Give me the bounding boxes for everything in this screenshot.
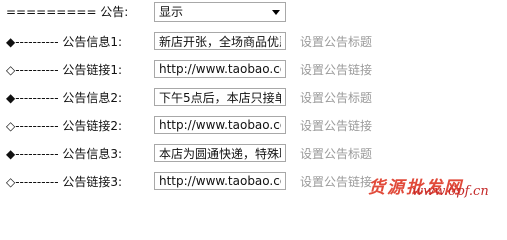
notice-title-row-2: ◆---------- 公告信息2: 设置公告标题 (0, 86, 507, 108)
notice-title-hint-1: 设置公告标题 (300, 35, 373, 49)
notice-link-input-1[interactable] (154, 60, 286, 78)
notice-link-input-3[interactable] (154, 172, 286, 190)
notice-link-label-3: ◇---------- 公告链接3: (6, 175, 123, 189)
notice-title-row-3: ◆---------- 公告信息3: 设置公告标题 (0, 142, 507, 164)
announcement-select[interactable]: 显示 (154, 2, 286, 22)
notice-title-hint-2: 设置公告标题 (300, 91, 373, 105)
announcement-row: ========= 公告: 显示 (0, 0, 507, 22)
chevron-down-icon[interactable] (272, 10, 280, 15)
notice-link-hint-1: 设置公告链接 (300, 63, 373, 77)
notice-link-label-1: ◇---------- 公告链接1: (6, 63, 123, 77)
notice-link-row-1: ◇---------- 公告链接1: 设置公告链接 (0, 58, 507, 80)
notice-title-input-1[interactable] (154, 32, 286, 50)
notice-title-label-2: ◆---------- 公告信息2: (6, 91, 123, 105)
notice-link-hint-3: 设置公告链接 (300, 175, 373, 189)
notice-title-label-3: ◆---------- 公告信息3: (6, 147, 123, 161)
notice-title-input-3[interactable] (154, 144, 286, 162)
announcement-label: ========= 公告: (6, 5, 129, 19)
announcement-select-value: 显示 (159, 5, 184, 19)
notice-link-label-2: ◇---------- 公告链接2: (6, 119, 123, 133)
notice-title-input-2[interactable] (154, 88, 286, 106)
notice-title-row-1: ◆---------- 公告信息1: 设置公告标题 (0, 30, 507, 52)
watermark-url: www.6pf.cn (412, 184, 489, 199)
notice-link-input-2[interactable] (154, 116, 286, 134)
notice-link-row-2: ◇---------- 公告链接2: 设置公告链接 (0, 114, 507, 136)
watermark-logo: 货源批发网 www.6pf.cn (368, 173, 504, 199)
notice-title-hint-3: 设置公告标题 (300, 147, 373, 161)
notice-title-label-1: ◆---------- 公告信息1: (6, 35, 123, 49)
notice-link-hint-2: 设置公告链接 (300, 119, 373, 133)
